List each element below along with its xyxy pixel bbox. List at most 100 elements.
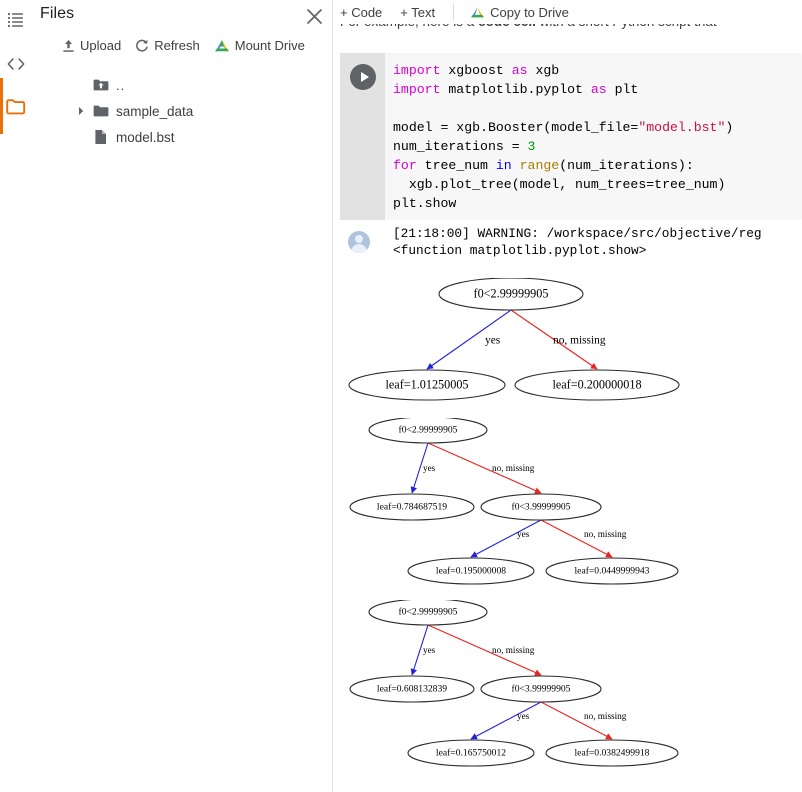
tree-item-parent-dir[interactable]: ..: [32, 72, 333, 98]
tree-node-label: f0<2.99999905: [399, 607, 458, 618]
play-icon: [361, 72, 369, 82]
tree-node-label: f0<2.99999905: [474, 286, 549, 300]
code-token: import: [393, 82, 440, 97]
add-code-cell-button[interactable]: + Code: [340, 5, 382, 20]
refresh-label: Refresh: [154, 38, 200, 53]
toolbar-divider: [453, 3, 454, 21]
avatar-body: [351, 244, 367, 253]
tree-plot-0: yes no, missing f0<2.99999905 leaf=1.012500…: [340, 278, 802, 408]
code-token: plt.show: [393, 196, 456, 211]
folder-icon: [92, 98, 110, 124]
code-token: ): [725, 120, 733, 135]
tree-item-label: ..: [116, 72, 125, 98]
chevron-right-icon[interactable]: [74, 98, 88, 124]
output-repr-line: <function matplotlib.pyplot.show>: [393, 243, 646, 258]
tree-item-label: model.bst: [116, 124, 175, 150]
tree-edge-label: no, missing: [492, 463, 535, 473]
tree-node-label: leaf=0.195000008: [436, 566, 506, 577]
tree-plot-2: yes no, missing yes no, missing f0<2.9999990…: [340, 600, 802, 780]
code-token: (num_iterations):: [559, 158, 694, 173]
colab-window: Files Upload: [0, 0, 802, 792]
code-token: import: [393, 63, 440, 78]
tree-edge-label: no, missing: [584, 529, 627, 539]
code-token: range: [520, 158, 560, 173]
left-icon-rail: [0, 0, 32, 792]
files-toolbar: Upload Refresh: [62, 38, 305, 53]
tree-edge-label: yes: [423, 645, 436, 655]
tree-edge-label: yes: [517, 711, 530, 721]
copy-to-drive-label: Copy to Drive: [490, 5, 569, 20]
upload-icon: [62, 39, 75, 53]
tree-node-label: f0<2.99999905: [399, 425, 458, 436]
code-token: xgboost: [440, 63, 511, 78]
avatar-head: [355, 235, 363, 243]
tree-edge-label: yes: [423, 463, 436, 473]
tree-edge-label: yes: [485, 335, 501, 347]
tree-edge-yes: [471, 520, 541, 557]
files-panel-title: Files: [40, 5, 74, 23]
tree-node-label: leaf=1.01250005: [385, 377, 468, 391]
upload-label: Upload: [80, 38, 121, 53]
code-token: xgb.plot_tree(model, num_trees=tree_num): [393, 177, 725, 192]
notebook-toolbar: + Code + Text Copy to Drive: [334, 0, 802, 24]
code-token: 3: [528, 139, 536, 154]
code-token: in: [496, 158, 512, 173]
tree-edge-label: no, missing: [492, 645, 535, 655]
angle-brackets-glyph: [7, 57, 25, 71]
tree-edge-label: no, missing: [553, 335, 606, 347]
active-indicator-bar: [0, 78, 3, 134]
code-token: as: [591, 82, 607, 97]
output-warning-line: [21:18:00] WARNING: /workspace/src/objec…: [393, 226, 762, 241]
add-text-cell-button[interactable]: + Text: [400, 5, 435, 20]
tree-edge-label: no, missing: [584, 711, 627, 721]
cell-output-area: [21:18:00] WARNING: /workspace/src/objec…: [340, 224, 802, 792]
files-panel-header: Files: [32, 0, 333, 34]
tree-item-sample-data[interactable]: sample_data: [32, 98, 333, 124]
xgboost-tree-plots: yes no, missing f0<2.99999905 leaf=1.012500…: [340, 270, 802, 790]
mount-drive-label: Mount Drive: [235, 38, 305, 53]
avatar: [348, 231, 370, 253]
tree-node-label: leaf=0.0449999943: [575, 566, 650, 577]
tree-plot-1: yes no, missing yes no, missing f0<2.9999990…: [340, 418, 802, 593]
file-icon: [92, 124, 110, 150]
copy-to-drive-button[interactable]: Copy to Drive: [470, 5, 569, 20]
file-tree: .. sample_data: [32, 72, 333, 150]
folder-glyph: [6, 98, 26, 115]
code-token: model = xgb.Booster(model_file=: [393, 120, 638, 135]
output-stream-text: [21:18:00] WARNING: /workspace/src/objec…: [393, 226, 762, 259]
code-token: for: [393, 158, 417, 173]
code-snippets-icon[interactable]: [0, 48, 32, 80]
code-token: "model.bst": [638, 120, 725, 135]
tree-node-label: leaf=0.608132839: [377, 684, 447, 695]
run-cell-button[interactable]: [350, 64, 376, 90]
table-of-contents-icon[interactable]: [0, 4, 32, 36]
code-cell-gutter: [340, 53, 385, 220]
code-token: matplotlib.pyplot: [440, 82, 590, 97]
tree-edge-yes: [471, 702, 541, 739]
tree-node-label: leaf=0.165750012: [436, 748, 506, 759]
toc-glyph: [7, 11, 25, 29]
close-icon[interactable]: [301, 3, 327, 29]
upload-button[interactable]: Upload: [62, 38, 121, 53]
files-icon[interactable]: [0, 90, 32, 122]
code-token: num_iterations =: [393, 139, 528, 154]
tree-node-label: leaf=0.784687519: [377, 502, 447, 513]
google-drive-icon: [470, 6, 485, 19]
code-token: plt: [607, 82, 639, 97]
notebook-area: For example, here is a code cell with a …: [334, 0, 802, 792]
refresh-button[interactable]: Refresh: [135, 38, 200, 53]
tree-node-label: f0<3.99999905: [512, 502, 571, 513]
files-panel: Files Upload: [32, 0, 333, 792]
tree-item-label: sample_data: [116, 98, 193, 124]
tree-edge-label: yes: [517, 529, 530, 539]
code-token: xgb: [528, 63, 560, 78]
tree-node-label: f0<3.99999905: [512, 684, 571, 695]
tree-node-label: leaf=0.200000018: [552, 377, 641, 391]
code-cell[interactable]: import xgboost as xgb import matplotlib.…: [340, 53, 802, 220]
refresh-icon: [135, 39, 149, 53]
code-editor-content[interactable]: import xgboost as xgb import matplotlib.…: [393, 61, 733, 213]
close-x-glyph: [306, 8, 323, 25]
google-drive-icon: [214, 39, 230, 53]
mount-drive-button[interactable]: Mount Drive: [214, 38, 305, 53]
tree-item-model-bst[interactable]: model.bst: [32, 124, 333, 150]
